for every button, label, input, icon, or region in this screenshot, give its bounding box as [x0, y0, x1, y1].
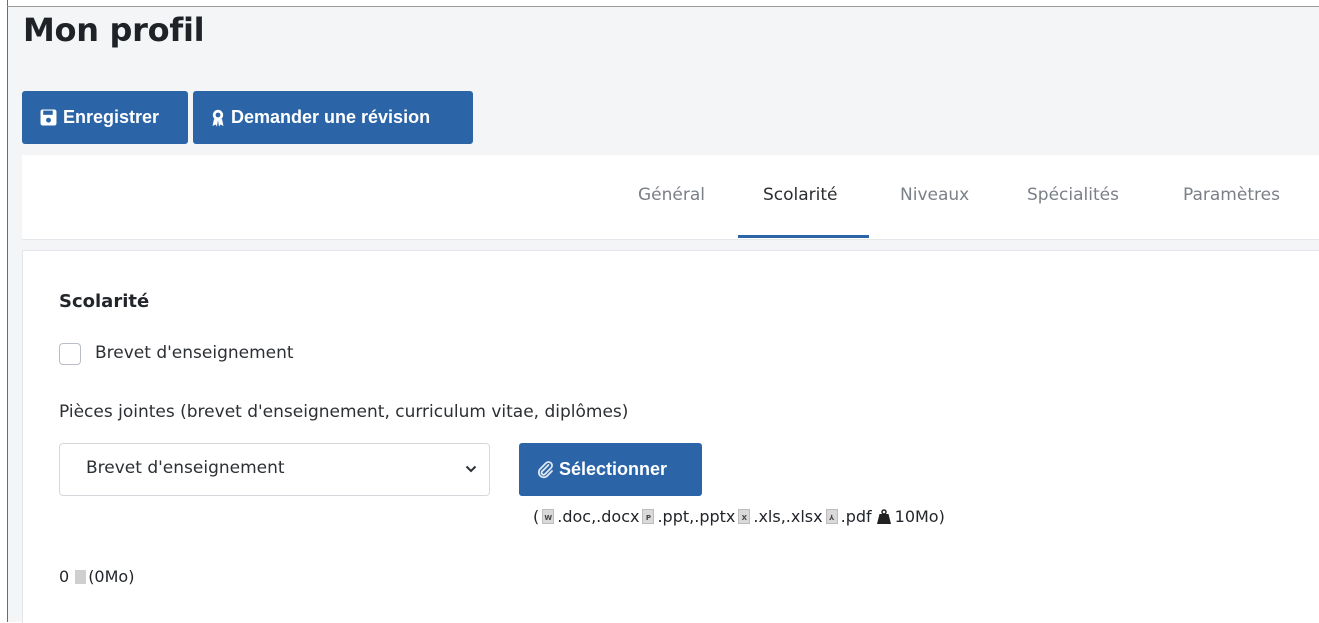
excel-file-icon: X: [738, 509, 751, 524]
attachments-label: Pièces jointes (brevet d'enseignement, c…: [59, 402, 629, 422]
attachment-count: 0: [59, 567, 70, 586]
tab-scolarite[interactable]: Scolarité: [763, 185, 838, 205]
attachment-counter: 0 (0Mo): [59, 567, 134, 586]
weight-icon: [876, 509, 891, 524]
word-file-icon: W: [542, 509, 555, 524]
attachment-type-value: Brevet d'enseignement: [86, 458, 285, 478]
formats-xls: .xls,.xlsx: [753, 507, 823, 526]
award-ribbon-icon: [212, 109, 224, 126]
formats-doc: .doc,.docx: [557, 507, 640, 526]
brevet-checkbox[interactable]: [59, 343, 81, 365]
select-file-button[interactable]: Sélectionner: [519, 443, 702, 496]
tab-general[interactable]: Général: [638, 185, 705, 205]
tab-specialites[interactable]: Spécialités: [1027, 185, 1119, 205]
brevet-checkbox-label[interactable]: Brevet d'enseignement: [95, 343, 294, 363]
formats-pdf: .pdf: [840, 507, 872, 526]
tab-bar: Général Scolarité Niveaux Spécialités Pa…: [22, 155, 1319, 240]
powerpoint-file-icon: P: [642, 509, 655, 524]
formats-open-paren: (: [533, 507, 540, 526]
active-tab-indicator: [738, 235, 869, 238]
save-button-label: Enregistrer: [63, 107, 160, 127]
attachment-size: (0Mo): [88, 567, 135, 586]
profile-page: Mon profil Enregistrer Demander une révi…: [8, 7, 1319, 623]
formats-ppt: .ppt,.pptx: [657, 507, 736, 526]
attachment-type-select[interactable]: Brevet d'enseignement: [59, 443, 490, 496]
formats-max-size: 10Mo): [894, 507, 945, 526]
file-icon: [75, 569, 87, 584]
accepted-formats: ( W .doc,.docx P .ppt,.pptx X .xls,.xlsx…: [533, 507, 945, 526]
tab-parametres[interactable]: Paramètres: [1183, 185, 1280, 205]
chevron-down-icon: [465, 465, 477, 473]
pdf-file-icon: ⅄: [825, 509, 838, 524]
tab-niveaux[interactable]: Niveaux: [900, 185, 969, 205]
request-review-button[interactable]: Demander une révision: [193, 91, 473, 144]
paperclip-icon: [537, 460, 553, 478]
page-title: Mon profil: [23, 11, 205, 49]
select-file-button-label: Sélectionner: [559, 459, 668, 479]
floppy-disk-icon: [40, 109, 57, 126]
section-title: Scolarité: [59, 291, 150, 312]
request-review-button-label: Demander une révision: [231, 107, 431, 127]
scolarite-card: Scolarité Brevet d'enseignement Pièces j…: [22, 250, 1319, 623]
save-button[interactable]: Enregistrer: [22, 91, 188, 144]
